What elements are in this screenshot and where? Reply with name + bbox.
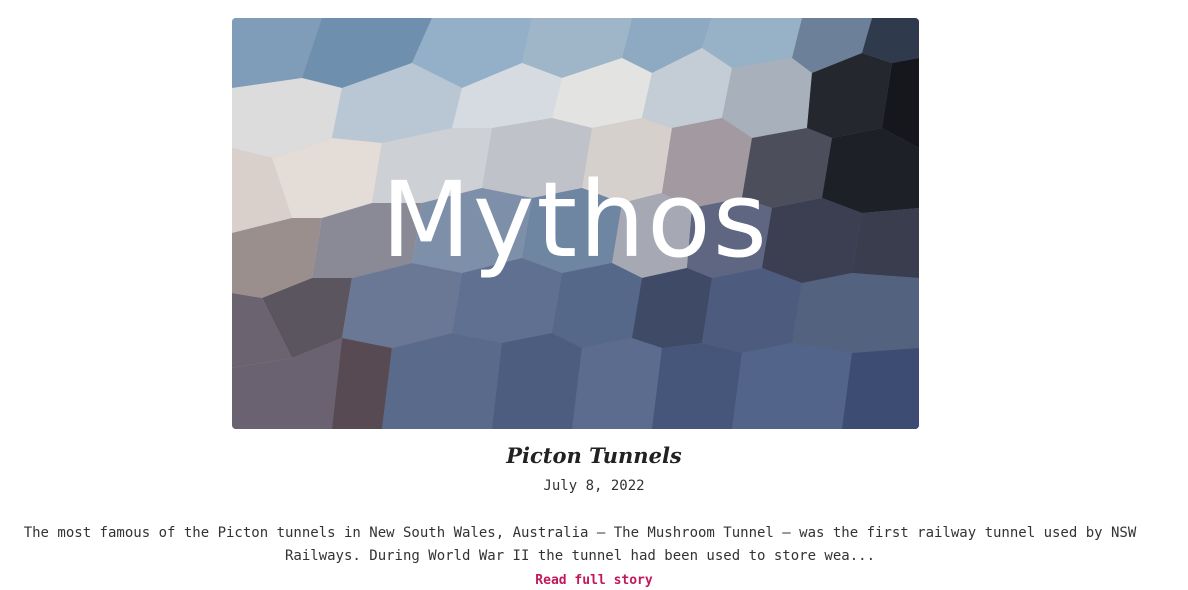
image-logo-text: Mythos (381, 159, 769, 281)
read-full-story-link[interactable]: Read full story (535, 573, 652, 588)
featured-image: Mythos (232, 18, 919, 429)
read-more-container: Read full story (0, 570, 1188, 590)
blog-post-card: Mythos Picton Tunnels July 8, 2022 The m… (0, 0, 1188, 590)
post-title-link[interactable]: Picton Tunnels (506, 443, 682, 468)
featured-image-link[interactable]: Mythos (232, 18, 919, 429)
post-title: Picton Tunnels (0, 441, 1188, 471)
post-date: July 8, 2022 (543, 478, 645, 494)
post-excerpt: The most famous of the Picton tunnels in… (23, 525, 1137, 564)
